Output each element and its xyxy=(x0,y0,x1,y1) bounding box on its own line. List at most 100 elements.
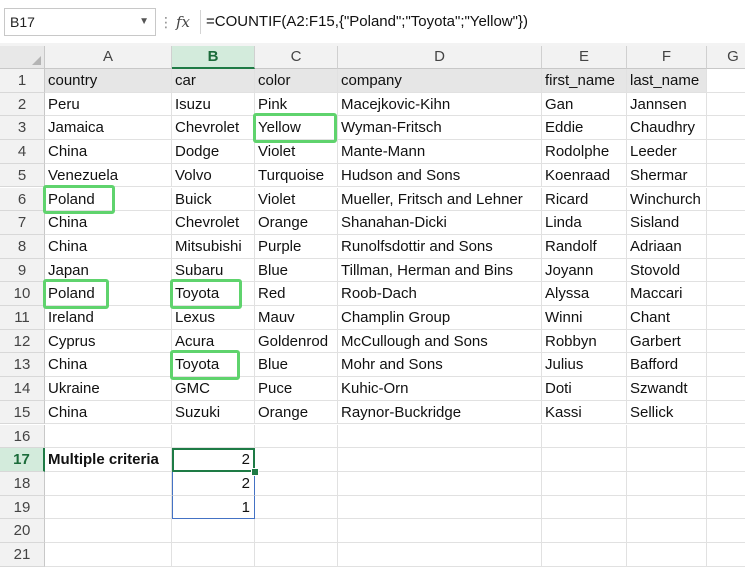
cell[interactable]: Alyssa xyxy=(542,282,627,306)
cell[interactable]: Poland xyxy=(45,282,172,306)
cell[interactable] xyxy=(255,471,338,496)
cell[interactable]: Joyann xyxy=(542,258,627,283)
cell[interactable]: Red xyxy=(255,282,338,306)
cell[interactable]: Chevrolet xyxy=(172,116,255,141)
cell[interactable]: McCullough and Sons xyxy=(338,329,542,354)
formula-input[interactable]: =COUNTIF(A2:F15,{"Poland";"Toyota";"Yell… xyxy=(202,8,745,36)
cell[interactable]: Leeder xyxy=(627,140,707,164)
cell[interactable]: Toyota xyxy=(172,282,255,306)
cell[interactable] xyxy=(338,543,542,567)
cell[interactable] xyxy=(707,93,745,117)
row-header-5[interactable]: 5 xyxy=(0,163,45,188)
cell[interactable]: Mohr and Sons xyxy=(338,353,542,378)
cell[interactable]: Sisland xyxy=(627,211,707,235)
cell[interactable]: Raynor-Buckridge xyxy=(338,400,542,425)
cell[interactable]: Szwandt xyxy=(627,377,707,401)
cell[interactable]: Stovold xyxy=(627,258,707,283)
cell[interactable] xyxy=(338,448,542,472)
cell[interactable]: Blue xyxy=(255,258,338,283)
cell[interactable] xyxy=(338,424,542,449)
cell[interactable] xyxy=(707,472,745,496)
cell[interactable] xyxy=(627,471,707,496)
column-title-cell[interactable]: first_name xyxy=(542,69,627,93)
cell[interactable] xyxy=(707,330,745,354)
cell[interactable]: Peru xyxy=(45,92,172,117)
cell[interactable] xyxy=(627,448,707,472)
cell[interactable]: China xyxy=(45,400,172,425)
spreadsheet-grid[interactable]: A B C D E F G 1 country car color company first_name… xyxy=(0,46,745,567)
cell[interactable] xyxy=(542,519,627,543)
cell[interactable]: Doti xyxy=(542,377,627,401)
cell[interactable]: Shermar xyxy=(627,163,707,188)
cell[interactable] xyxy=(45,495,172,520)
result-cell[interactable]: 1 xyxy=(172,495,255,520)
cell[interactable]: Winni xyxy=(542,306,627,330)
cell[interactable] xyxy=(627,424,707,449)
cell[interactable]: Jamaica xyxy=(45,116,172,141)
row-header-3[interactable]: 3 xyxy=(0,116,45,141)
cell[interactable] xyxy=(255,424,338,449)
cell[interactable]: Subaru xyxy=(172,258,255,283)
column-header-a[interactable]: A xyxy=(45,46,172,69)
cell[interactable] xyxy=(542,543,627,567)
cell[interactable]: Koenraad xyxy=(542,163,627,188)
cell[interactable]: Ukraine xyxy=(45,377,172,401)
row-header-19[interactable]: 19 xyxy=(0,495,45,520)
cell[interactable] xyxy=(338,495,542,520)
cell[interactable]: Toyota xyxy=(172,353,255,378)
cell[interactable]: Japan xyxy=(45,258,172,283)
cell[interactable]: Volvo xyxy=(172,163,255,188)
cell[interactable]: Mueller, Fritsch and Lehner xyxy=(338,187,542,212)
cell[interactable] xyxy=(707,353,745,378)
result-cell[interactable]: 2 xyxy=(172,448,255,472)
cell[interactable]: Violet xyxy=(255,140,338,164)
cell[interactable] xyxy=(45,471,172,496)
cell[interactable]: Venezuela xyxy=(45,163,172,188)
cell[interactable] xyxy=(707,401,745,425)
cell[interactable]: Cyprus xyxy=(45,329,172,354)
cell[interactable]: Roob-Dach xyxy=(338,282,542,306)
cell[interactable] xyxy=(338,519,542,543)
cell[interactable]: Acura xyxy=(172,329,255,354)
cell[interactable]: Adriaan xyxy=(627,234,707,259)
cell[interactable]: Jannsen xyxy=(627,92,707,117)
cell[interactable]: Robbyn xyxy=(542,329,627,354)
cell[interactable] xyxy=(707,235,745,259)
cell[interactable]: Violet xyxy=(255,187,338,212)
cell[interactable] xyxy=(627,543,707,567)
cell[interactable]: Goldenrod xyxy=(255,329,338,354)
cell[interactable]: Mante-Mann xyxy=(338,140,542,164)
cell[interactable]: Chevrolet xyxy=(172,211,255,235)
cell[interactable] xyxy=(707,164,745,188)
cell[interactable] xyxy=(172,543,255,567)
cell[interactable]: Mitsubishi xyxy=(172,234,255,259)
cell[interactable] xyxy=(707,211,745,235)
cell[interactable]: Buick xyxy=(172,187,255,212)
row-header-10[interactable]: 10 xyxy=(0,282,45,306)
cell[interactable]: Poland xyxy=(45,187,172,212)
row-header-16[interactable]: 16 xyxy=(0,424,45,449)
select-all-button[interactable] xyxy=(0,46,45,69)
cell[interactable]: Chaudhry xyxy=(627,116,707,141)
cell[interactable]: Chant xyxy=(627,306,707,330)
column-title-cell[interactable]: country xyxy=(45,69,172,93)
cell[interactable] xyxy=(45,424,172,449)
cell[interactable] xyxy=(707,259,745,283)
cell[interactable]: Purple xyxy=(255,234,338,259)
cell[interactable] xyxy=(707,377,745,401)
insert-function-button[interactable]: fx xyxy=(168,8,198,36)
cell[interactable]: Tillman, Herman and Bins xyxy=(338,258,542,283)
criteria-label-cell[interactable]: Multiple criteria xyxy=(45,448,172,472)
cell[interactable] xyxy=(707,140,745,164)
cell[interactable]: Eddie xyxy=(542,116,627,141)
cell[interactable]: Puce xyxy=(255,377,338,401)
cell[interactable] xyxy=(707,496,745,520)
cell[interactable]: Mauv xyxy=(255,306,338,330)
cell[interactable]: China xyxy=(45,211,172,235)
cell[interactable]: Kuhic-Orn xyxy=(338,377,542,401)
cell[interactable]: Yellow xyxy=(255,116,338,141)
row-header-8[interactable]: 8 xyxy=(0,234,45,259)
column-header-f[interactable]: F xyxy=(627,46,707,69)
cell[interactable] xyxy=(172,519,255,543)
cell[interactable]: Lexus xyxy=(172,306,255,330)
